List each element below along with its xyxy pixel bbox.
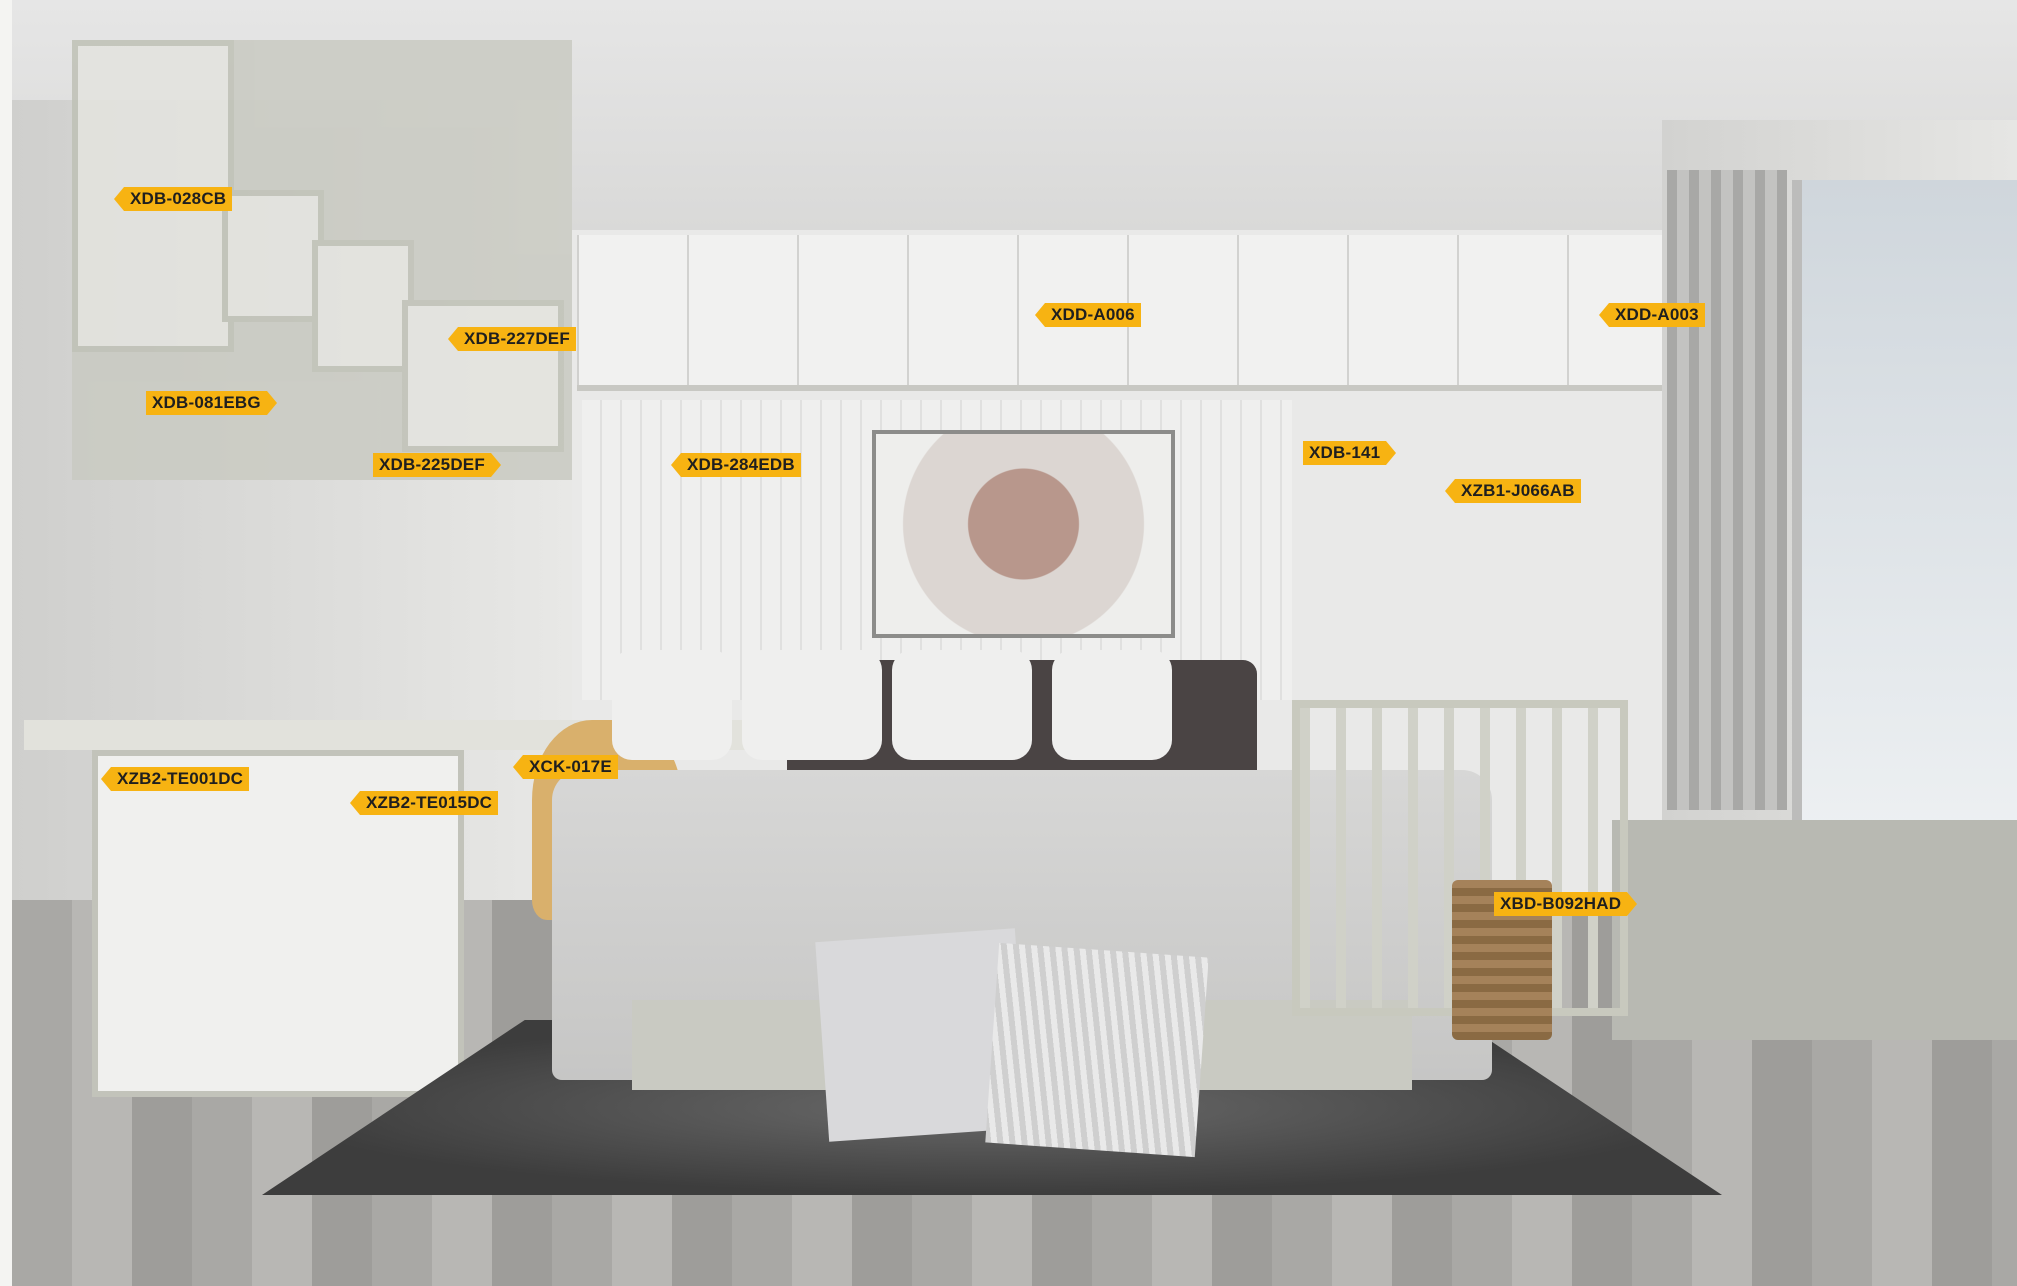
floor-cushion xyxy=(985,942,1209,1158)
product-tag: XCK-017E xyxy=(513,755,618,779)
product-tag: XBD-B092HAD xyxy=(1494,892,1638,916)
product-tag: XZB2-TE015DC xyxy=(349,791,499,815)
product-tag: XDD-A006 xyxy=(1035,303,1141,327)
product-tag: XZB1-J066AB xyxy=(1445,479,1581,503)
bedroom-photo xyxy=(12,0,2017,1286)
curtain xyxy=(1667,170,1787,810)
window-seat xyxy=(1612,820,2017,1040)
product-tag: XZB2-TE001DC xyxy=(100,767,250,791)
product-tag: XDB-227DEF xyxy=(448,327,576,351)
baby-photo-triptych xyxy=(872,430,1175,638)
product-tag: XDB-284EDB xyxy=(671,453,801,477)
product-tag: XDB-141 xyxy=(1303,441,1397,465)
window xyxy=(1792,180,2017,860)
product-tag: XDB-081EBG xyxy=(146,391,277,415)
product-tag: XDB-225DEF xyxy=(373,453,501,477)
product-tag: XDB-028CB xyxy=(113,187,233,211)
product-tag: XDD-A003 xyxy=(1599,303,1705,327)
